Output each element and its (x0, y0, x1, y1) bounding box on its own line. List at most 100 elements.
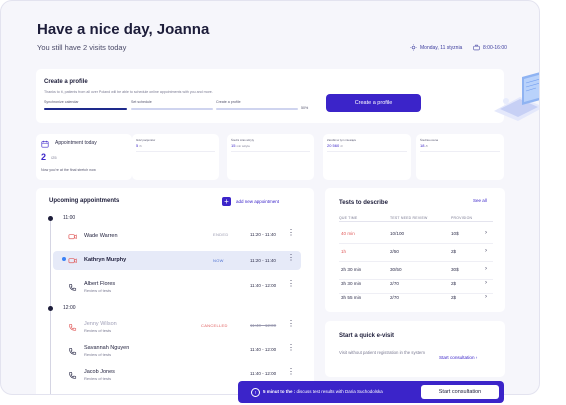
status-badge: ENDED (213, 232, 229, 237)
patient-name: Jenny Wilson (84, 321, 117, 327)
appointments-today-total: /25 (51, 155, 57, 160)
appointments-today-count: 2 (41, 152, 47, 162)
chevron-right-icon[interactable]: › (485, 266, 487, 272)
step-label-calendar: Synchronize calendar (44, 100, 79, 104)
briefcase-icon (473, 44, 480, 51)
stat-divider (420, 151, 500, 152)
hours-display: 8:00-16:00 (473, 44, 507, 51)
phone-icon (69, 372, 77, 379)
patient-name: Wade Warren (84, 233, 118, 239)
header-divider (339, 221, 493, 222)
phone-icon (69, 324, 77, 331)
test-row[interactable]: 40 min 10/100 10$ › (339, 226, 493, 246)
appointment-row[interactable]: Savannah Nguyen Review of tests 11:40 - … (53, 343, 301, 360)
appointment-type: Review of tests (84, 352, 112, 357)
phone-icon (69, 284, 77, 291)
patient-name: Jacob Jones (84, 369, 115, 375)
add-appointment-button[interactable]: + (222, 197, 231, 206)
timeline-dot (48, 216, 53, 221)
timeline-dot (48, 306, 53, 311)
appointment-time: 11:20 - 11:40 (250, 258, 276, 263)
test-row[interactable]: 1h 2/50 2$ › (339, 244, 493, 264)
stat-value: 18 /h (420, 143, 428, 148)
queue-time: 3h 30 min (341, 281, 362, 286)
provision: 2$ (451, 249, 457, 254)
appointment-row-active[interactable]: Kathryn Murphy NOW 11:20 - 11:40 ⋮ (53, 251, 301, 270)
info-icon: ! (251, 388, 260, 397)
tests-to-describe-panel: Tests to describe See all QUE TIME TEST … (325, 188, 505, 312)
appointments-today-note: Now you're at the final stretch now (41, 168, 96, 172)
more-options-icon[interactable]: ⋮ (287, 280, 295, 292)
hours-text: 8:00-16:00 (483, 44, 507, 51)
start-consultation-link[interactable]: Start consultation › (439, 355, 477, 360)
appointments-today-card: Appointment today 2 /25 Now you're at th… (36, 134, 132, 180)
column-header: TEST NEED REVIEW (390, 216, 428, 220)
step-label-profile: Create a profile (216, 100, 241, 104)
progress-bar-schedule (131, 108, 213, 110)
stat-card-earnings: Zarobki w tym miesiącu 20 560 zł (323, 134, 411, 180)
stat-label: Ilość pacjentów (136, 138, 156, 142)
more-options-icon[interactable]: ⋮ (287, 320, 295, 332)
see-all-link[interactable]: See all (473, 198, 487, 203)
provision: 2$ (451, 295, 457, 300)
stat-divider (327, 151, 407, 152)
video-icon (68, 258, 77, 264)
appointment-time: 11:40 - 12:00 (250, 371, 277, 376)
evisit-description: Visit without patient registration in th… (339, 350, 425, 355)
provision: 30$ (451, 267, 459, 272)
patient-name: Kathryn Murphy (84, 257, 127, 263)
appointment-time: 11:20 - 11:40 (250, 232, 276, 237)
progress-bar-profile (216, 108, 298, 110)
stat-label: Zarobki w tym miesiącu (327, 138, 357, 142)
appointment-type: Review of tests (84, 288, 112, 293)
selected-indicator (62, 257, 66, 261)
more-options-icon[interactable]: ⋮ (287, 368, 295, 380)
appointment-row-cancelled[interactable]: Jenny Wilson Review of tests CANCELLED 1… (53, 319, 301, 336)
chevron-right-icon[interactable]: › (485, 280, 487, 286)
profile-card-title: Create a profile (44, 79, 88, 85)
progress-bar-calendar (44, 108, 127, 110)
more-options-icon[interactable]: ⋮ (287, 344, 295, 356)
chevron-right-icon[interactable]: › (485, 248, 487, 254)
queue-time: 1h (341, 249, 347, 254)
stat-label: Średnia ocena (420, 138, 439, 142)
appointment-time: 11:40 - 12:00 (250, 283, 277, 288)
stat-card-visit-time: Średni czas wizyty 15 min wizyta (227, 134, 314, 180)
appointment-time: 11:40 - 12:00 (250, 323, 277, 328)
tests-need-review: 30/50 (390, 267, 402, 272)
evisit-title: Start a quick e-visit (339, 333, 395, 339)
create-profile-card: Create a profile Thanks to it, patients … (36, 69, 504, 123)
patient-name: Albert Flores (84, 281, 116, 287)
patient-name: Savannah Nguyen (84, 345, 130, 351)
test-row[interactable]: 3h 55 min 2/70 2$ › (339, 290, 493, 310)
tests-need-review: 2/70 (390, 295, 399, 300)
more-options-icon[interactable]: ⋮ (287, 229, 295, 241)
stat-label: Średni czas wizyty (231, 138, 255, 142)
add-appointment-link[interactable]: add new appointment (236, 199, 279, 204)
column-header: PROVISION (451, 216, 473, 220)
step-label-schedule: Set schedule (131, 100, 152, 104)
start-consultation-button[interactable]: Start consultation (421, 385, 499, 399)
laptop-illustration (494, 72, 539, 121)
calendar-icon (41, 140, 49, 148)
date-text: Monday, 11 styznia (420, 44, 463, 51)
create-profile-button[interactable]: Create a profile (326, 94, 421, 112)
tests-need-review: 2/70 (390, 281, 399, 286)
more-options-icon[interactable]: ⋮ (287, 254, 295, 266)
chevron-right-icon: › (475, 355, 478, 360)
queue-time: 3h 55 min (341, 295, 362, 300)
timeline-time: 11:00 (63, 215, 76, 221)
appointment-row[interactable]: Wade Warren ENDED 11:20 - 11:40 ⋮ (53, 228, 301, 245)
provision: 2$ (451, 281, 457, 286)
chevron-right-icon[interactable]: › (485, 294, 487, 300)
appointment-time: 11:40 - 12:00 (250, 347, 277, 352)
stat-divider (136, 151, 215, 152)
chevron-right-icon[interactable]: › (485, 230, 487, 236)
status-badge: CANCELLED (201, 323, 228, 328)
stat-card-rating: Średnia ocena 18 /h (416, 134, 504, 180)
tests-need-review: 10/100 (390, 231, 405, 236)
video-icon (68, 234, 77, 240)
appointment-row[interactable]: Albert Flores Review of tests 11:40 - 12… (53, 279, 301, 296)
timeline-time: 12:00 (63, 305, 76, 311)
appointment-type: Review of tests (84, 376, 112, 381)
